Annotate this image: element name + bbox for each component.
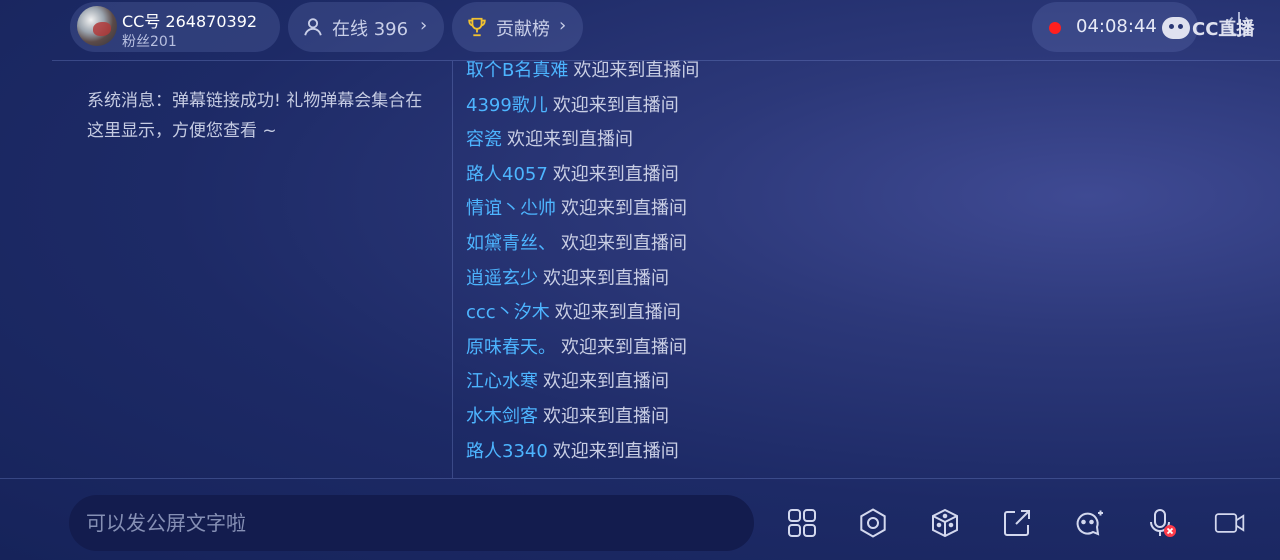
host-avatar[interactable] xyxy=(77,6,117,46)
contribution-rank-button[interactable]: 贡献榜 › xyxy=(452,2,583,52)
chat-username[interactable]: 4399歌儿 xyxy=(466,95,548,116)
dice-icon[interactable] xyxy=(929,507,961,539)
chat-username[interactable]: 逍遥玄少 xyxy=(466,268,538,289)
chat-text: 欢迎来到直播间 xyxy=(543,371,669,393)
chat-text: 欢迎来到直播间 xyxy=(543,405,669,427)
contribution-rank-label: 贡献榜 xyxy=(496,19,550,40)
chat-message: 路人4057 欢迎来到直播间 xyxy=(466,161,1246,196)
add-friend-icon[interactable] xyxy=(1072,507,1104,539)
chat-text: 欢迎来到直播间 xyxy=(543,267,669,289)
recording-dot-icon xyxy=(1049,22,1061,34)
chat-username[interactable]: 路人3340 xyxy=(466,441,548,462)
chat-message: 如黛青丝、 欢迎来到直播间 xyxy=(466,230,1246,265)
chat-username[interactable]: 情谊丶尐帅 xyxy=(466,198,556,219)
system-message: 系统消息：弹幕链接成功! 礼物弹幕会集合在这里显示，方便您查看 ~ xyxy=(87,91,423,141)
chat-message: 江心水寒 欢迎来到直播间 xyxy=(466,368,1246,403)
settings-gear-icon[interactable] xyxy=(857,507,889,539)
chat-username[interactable]: 容瓷 xyxy=(466,129,502,150)
chat-message-list[interactable]: 取个B名真难 欢迎来到直播间 4399歌儿 欢迎来到直播间 容瓷 欢迎来到直播间 路人405… xyxy=(466,57,1246,472)
host-fans-count: 粉丝201 xyxy=(122,34,177,50)
watermark-text: CC直播 xyxy=(1192,19,1255,40)
mic-muted-icon[interactable] xyxy=(1146,507,1178,539)
user-icon xyxy=(304,18,322,36)
chat-message: 路人3340 欢迎来到直播间 xyxy=(466,438,1246,473)
chat-text: 欢迎来到直播间 xyxy=(507,129,633,151)
chat-text: 欢迎来到直播间 xyxy=(561,336,687,358)
chat-text: 欢迎来到直播间 xyxy=(552,94,679,116)
chat-username[interactable]: 如黛青丝、 xyxy=(466,233,556,254)
top-bar: CC号 264870392 粉丝201 在线 396 › 贡献榜 › 04:08… xyxy=(0,0,1280,60)
host-id: CC号 264870392 xyxy=(122,12,258,31)
chat-text: 欢迎来到直播间 xyxy=(561,198,687,220)
chat-message: 水木剑客 欢迎来到直播间 xyxy=(466,403,1246,438)
chat-username[interactable]: 江心水寒 xyxy=(466,371,538,392)
chat-message: 容瓷 欢迎来到直播间 xyxy=(466,126,1246,161)
chat-username[interactable]: ccc丶汐木 xyxy=(466,302,550,323)
online-count-button[interactable]: 在线 396 › xyxy=(288,2,444,52)
chat-text: 欢迎来到直播间 xyxy=(552,440,679,462)
live-duration: 04:08:44 xyxy=(1076,16,1157,37)
divider xyxy=(452,61,453,478)
apps-grid-icon[interactable] xyxy=(786,507,818,539)
chat-text: 欢迎来到直播间 xyxy=(573,60,700,81)
chat-message: 原味春天。 欢迎来到直播间 xyxy=(466,334,1246,369)
video-camera-icon[interactable] xyxy=(1214,507,1246,539)
chat-username[interactable]: 水木剑客 xyxy=(466,406,538,427)
chat-text: 欢迎来到直播间 xyxy=(554,302,681,324)
online-count-label: 在线 396 xyxy=(332,19,409,40)
chat-message: ccc丶汐木 欢迎来到直播间 xyxy=(466,299,1246,334)
chat-input[interactable] xyxy=(69,495,754,551)
chat-username[interactable]: 原味春天。 xyxy=(466,337,556,358)
chat-username[interactable]: 取个B名真难 xyxy=(466,60,568,81)
chat-message: 逍遥玄少 欢迎来到直播间 xyxy=(466,265,1246,300)
chat-message: 取个B名真难 欢迎来到直播间 xyxy=(466,57,1246,92)
host-info-pill[interactable]: CC号 264870392 粉丝201 xyxy=(70,2,280,52)
chat-message: 情谊丶尐帅 欢迎来到直播间 xyxy=(466,195,1246,230)
chat-text: 欢迎来到直播间 xyxy=(552,163,679,185)
cc-logo-icon xyxy=(1162,17,1190,39)
share-icon[interactable] xyxy=(1001,507,1033,539)
chat-message: 4399歌儿 欢迎来到直播间 xyxy=(466,92,1246,127)
cc-live-watermark: CC直播 xyxy=(1162,16,1254,40)
chat-text: 欢迎来到直播间 xyxy=(561,232,687,254)
chevron-right-icon: › xyxy=(559,15,567,36)
trophy-icon xyxy=(468,17,486,37)
chat-username[interactable]: 路人4057 xyxy=(466,164,548,185)
bottom-toolbar xyxy=(0,479,1280,560)
chevron-right-icon: › xyxy=(420,15,428,36)
